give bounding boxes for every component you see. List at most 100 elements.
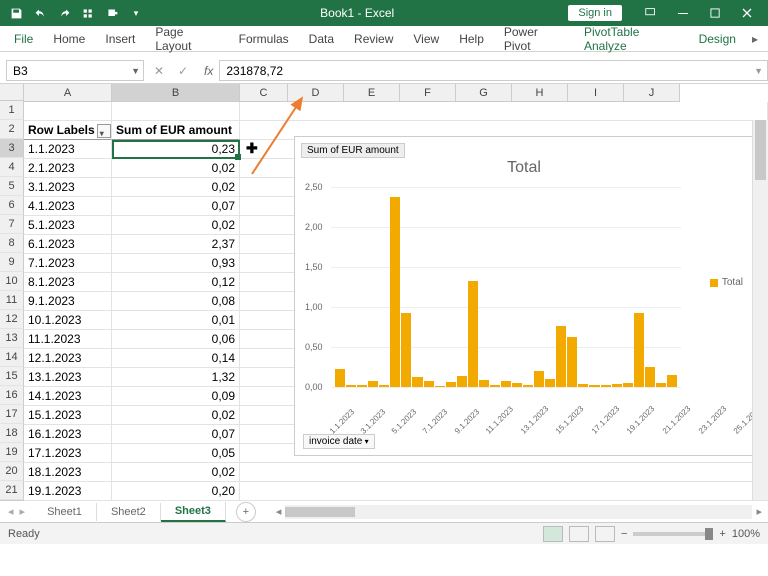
view-normal-button[interactable] — [543, 526, 563, 542]
hscroll-right-icon[interactable]: ▸ — [756, 505, 762, 518]
pivot-value-cell[interactable]: 0,02 — [112, 406, 240, 425]
formula-input[interactable]: 231878,72▼ — [219, 60, 768, 81]
pivot-row-labels-header[interactable]: Row Labels — [24, 121, 112, 140]
view-pagebreak-button[interactable] — [595, 526, 615, 542]
pivot-row-label[interactable]: 10.1.2023 — [24, 311, 112, 330]
tab-page-layout[interactable]: Page Layout — [145, 21, 228, 57]
pivot-value-cell[interactable]: 0,09 — [112, 387, 240, 406]
cell[interactable] — [240, 102, 768, 121]
pivot-row-label[interactable]: 7.1.2023 — [24, 254, 112, 273]
qa-dropdown-icon[interactable]: ▾ — [126, 3, 146, 23]
enter-formula-icon[interactable]: ✓ — [172, 60, 194, 81]
sheet-tab-2[interactable]: Sheet2 — [97, 503, 161, 521]
pivot-value-cell[interactable]: 0,02 — [112, 216, 240, 235]
column-header-A[interactable]: A — [24, 84, 112, 102]
row-header-6[interactable]: 6 — [0, 196, 24, 215]
pivot-value-cell[interactable]: 0,93 — [112, 254, 240, 273]
pivot-row-label[interactable]: 13.1.2023 — [24, 368, 112, 387]
pivot-row-label[interactable]: 18.1.2023 — [24, 463, 112, 482]
fx-label[interactable]: fx — [198, 64, 219, 78]
zoom-in-icon[interactable]: + — [719, 528, 725, 540]
pivot-row-label[interactable]: 9.1.2023 — [24, 292, 112, 311]
row-header-15[interactable]: 15 — [0, 367, 24, 386]
row-header-17[interactable]: 17 — [0, 405, 24, 424]
select-all-corner[interactable] — [0, 84, 24, 101]
tab-data[interactable]: Data — [299, 28, 344, 50]
maximize-icon[interactable] — [700, 3, 730, 23]
pivot-chart[interactable]: Sum of EUR amount Total 1.1.20233.1.2023… — [294, 136, 754, 456]
row-header-5[interactable]: 5 — [0, 177, 24, 196]
name-box[interactable]: B3▼ — [6, 60, 144, 81]
chevron-down-icon[interactable]: ▼ — [131, 66, 140, 76]
signin-button[interactable]: Sign in — [568, 5, 622, 21]
tab-review[interactable]: Review — [344, 28, 403, 50]
row-header-13[interactable]: 13 — [0, 329, 24, 348]
pivot-row-label[interactable]: 19.1.2023 — [24, 482, 112, 501]
row-header-2[interactable]: 2 — [0, 120, 24, 139]
column-header-C[interactable]: C — [240, 84, 288, 102]
row-header-7[interactable]: 7 — [0, 215, 24, 234]
scrollbar-thumb[interactable] — [755, 120, 766, 180]
pivot-row-label[interactable]: 14.1.2023 — [24, 387, 112, 406]
cell[interactable] — [240, 463, 768, 482]
ribbon-expand-icon[interactable]: ▸ — [746, 28, 764, 50]
sheet-tab-3[interactable]: Sheet3 — [161, 502, 226, 522]
filter-dropdown-icon[interactable] — [97, 124, 111, 138]
row-header-12[interactable]: 12 — [0, 310, 24, 329]
row-header-9[interactable]: 9 — [0, 253, 24, 272]
tab-file[interactable]: File — [4, 28, 43, 50]
row-header-3[interactable]: 3 — [0, 139, 24, 158]
pivot-row-label[interactable]: 3.1.2023 — [24, 178, 112, 197]
column-header-E[interactable]: E — [344, 84, 400, 102]
redo-icon[interactable] — [54, 3, 74, 23]
pivot-row-label[interactable]: 6.1.2023 — [24, 235, 112, 254]
formula-expand-icon[interactable]: ▼ — [754, 66, 763, 76]
pivot-value-cell[interactable]: 0,02 — [112, 159, 240, 178]
tab-formulas[interactable]: Formulas — [229, 28, 299, 50]
hscroll-thumb[interactable] — [285, 507, 355, 517]
column-header-F[interactable]: F — [400, 84, 456, 102]
pivot-value-cell[interactable]: 0,07 — [112, 425, 240, 444]
pivot-value-cell[interactable]: 0,02 — [112, 463, 240, 482]
chart-field-badge[interactable]: Sum of EUR amount — [301, 143, 405, 158]
cell[interactable] — [240, 482, 768, 501]
row-header-8[interactable]: 8 — [0, 234, 24, 253]
chart-axis-field-dropdown[interactable]: invoice date — [303, 434, 375, 449]
zoom-out-icon[interactable]: − — [621, 528, 627, 540]
vertical-scrollbar[interactable] — [752, 120, 768, 500]
pivot-value-cell[interactable]: 0,07 — [112, 197, 240, 216]
sheet-nav-prev-icon[interactable]: ◂ — [6, 503, 16, 520]
column-header-J[interactable]: J — [624, 84, 680, 102]
horizontal-scrollbar[interactable] — [285, 505, 752, 519]
row-header-10[interactable]: 10 — [0, 272, 24, 291]
pivot-row-label[interactable]: 12.1.2023 — [24, 349, 112, 368]
row-header-18[interactable]: 18 — [0, 424, 24, 443]
sheet-tab-1[interactable]: Sheet1 — [33, 503, 97, 521]
tab-insert[interactable]: Insert — [95, 28, 145, 50]
pivot-row-label[interactable]: 16.1.2023 — [24, 425, 112, 444]
tab-design[interactable]: Design — [689, 28, 746, 50]
pivot-values-header[interactable]: Sum of EUR amount — [112, 121, 240, 140]
pivot-row-label[interactable]: 8.1.2023 — [24, 273, 112, 292]
view-pagelayout-button[interactable] — [569, 526, 589, 542]
zoom-handle[interactable] — [705, 528, 713, 540]
row-header-19[interactable]: 19 — [0, 443, 24, 462]
pivot-value-cell[interactable]: 0,06 — [112, 330, 240, 349]
row-header-4[interactable]: 4 — [0, 158, 24, 177]
cell[interactable] — [112, 102, 240, 121]
pivot-value-cell[interactable]: 0,20 — [112, 482, 240, 501]
tab-power-pivot[interactable]: Power Pivot — [494, 21, 574, 57]
pivot-row-label[interactable]: 15.1.2023 — [24, 406, 112, 425]
pivot-value-cell[interactable]: 0,08 — [112, 292, 240, 311]
zoom-slider[interactable] — [633, 532, 713, 536]
row-header-1[interactable]: 1 — [0, 101, 24, 120]
qa-more-icon[interactable] — [78, 3, 98, 23]
pivot-row-label[interactable]: 1.1.2023 — [24, 140, 112, 159]
sheet-nav-next-icon[interactable]: ▸ — [18, 503, 28, 520]
tab-home[interactable]: Home — [43, 28, 95, 50]
tab-view[interactable]: View — [403, 28, 449, 50]
row-header-14[interactable]: 14 — [0, 348, 24, 367]
cell[interactable] — [24, 102, 112, 121]
add-sheet-button[interactable]: + — [236, 502, 256, 522]
qa-addin-icon[interactable] — [102, 3, 122, 23]
